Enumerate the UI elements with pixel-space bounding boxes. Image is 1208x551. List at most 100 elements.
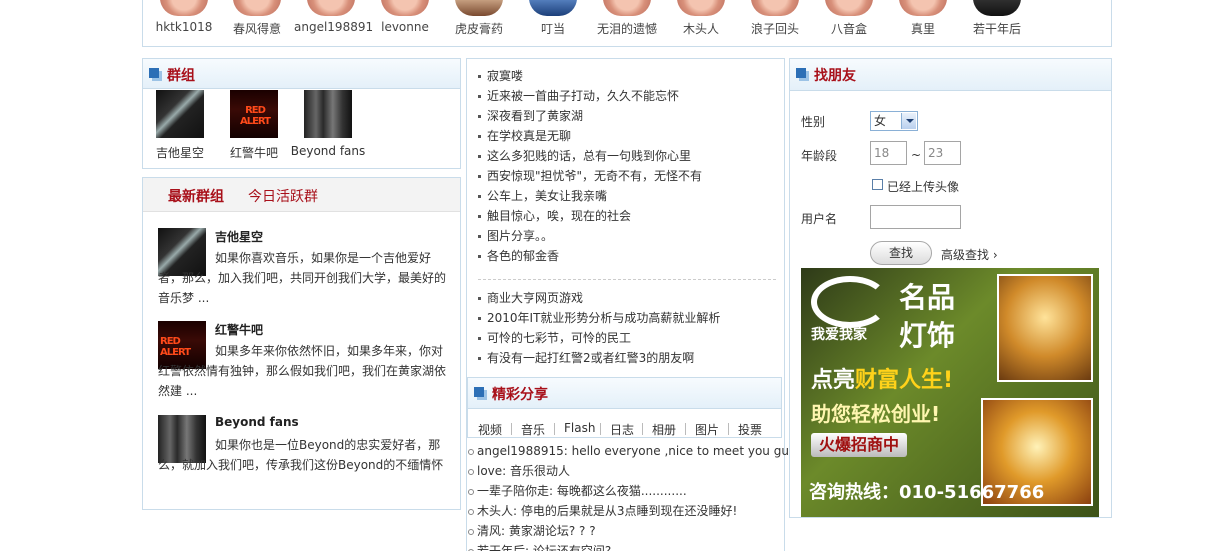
user-name[interactable]: 虎皮膏药 (442, 20, 516, 37)
user-card[interactable]: 木头人 (664, 0, 738, 37)
tab-vote[interactable]: 投票 (738, 421, 762, 437)
group-caption[interactable]: 红警牛吧 (214, 144, 294, 161)
list-item[interactable]: 近来被一首曲子打动，久久不能忘怀 (476, 86, 702, 106)
advanced-search-link[interactable]: 高级查找 › (941, 246, 998, 263)
user-card[interactable]: 叮当 (516, 0, 590, 37)
ad-headline: 点亮财富人生! (811, 368, 954, 393)
user-avatar[interactable] (825, 0, 873, 16)
user-card[interactable]: 真里 (886, 0, 960, 37)
user-avatar[interactable] (233, 0, 281, 16)
feed-item[interactable]: 一辈子陪你走: 每晚都这么夜猫............ (466, 481, 807, 501)
age-to-input[interactable]: 23 (924, 141, 961, 165)
guitar-image[interactable] (156, 90, 204, 138)
list-item[interactable]: 触目惊心，唉，现在的社会 (476, 206, 702, 226)
tab-separator (511, 423, 512, 435)
user-card[interactable]: 若干年后 (960, 0, 1034, 37)
chevron-down-icon[interactable] (901, 113, 916, 129)
user-avatar[interactable] (751, 0, 799, 16)
list-item[interactable]: 图片分享。。 (476, 226, 702, 246)
username-input[interactable] (870, 205, 961, 229)
user-avatar[interactable] (973, 0, 1021, 16)
user-name[interactable]: 八音盒 (812, 20, 886, 37)
group-title[interactable]: 红警牛吧 (215, 321, 263, 338)
user-avatar[interactable] (529, 0, 577, 16)
tab-flash[interactable]: Flash (564, 421, 595, 435)
tab-video[interactable]: 视频 (478, 421, 502, 437)
feed-item[interactable]: love: 音乐很动人 (466, 461, 807, 481)
group-list-item: RED ALERT 红警牛吧 如果多年来你依然怀旧，如果多年来，你对红警依然情有… (158, 321, 448, 401)
user-card[interactable]: 春风得意 (220, 0, 294, 37)
avatar-checkbox-label[interactable]: 已经上传头像 (887, 178, 959, 195)
ad-subline: 助您轻松创业! (811, 402, 941, 426)
tab-album[interactable]: 相册 (652, 421, 676, 437)
user-avatar[interactable] (603, 0, 651, 16)
user-card[interactable]: angel198891 (294, 0, 373, 34)
feed-item[interactable]: 若干年后: 论坛还有空间? (466, 541, 807, 551)
group-thumb-item[interactable]: RED ALERT 红警牛吧 (214, 90, 294, 161)
list-item[interactable]: 可怜的七彩节，可怜的民工 (476, 328, 720, 348)
list-item[interactable]: 在学校真是无聊 (476, 126, 702, 146)
list-item[interactable]: 有没有一起打红警2或者红警3的朋友啊 (476, 348, 720, 368)
user-name[interactable]: 春风得意 (220, 20, 294, 37)
user-name[interactable]: 无泪的遗憾 (590, 20, 664, 37)
feed-item[interactable]: angel1988915: hello everyone ,nice to me… (466, 441, 807, 461)
user-card[interactable]: hktk1018 (147, 0, 221, 34)
user-name[interactable]: hktk1018 (147, 20, 221, 34)
tab-music[interactable]: 音乐 (521, 421, 545, 437)
tab-pictures[interactable]: 图片 (695, 421, 719, 437)
user-card[interactable]: 八音盒 (812, 0, 886, 37)
user-card[interactable]: 虎皮膏药 (442, 0, 516, 37)
red-alert-image[interactable]: RED ALERT (230, 90, 278, 138)
share-title: 精彩分享 (492, 387, 548, 403)
age-from-input[interactable]: 18 (870, 141, 907, 165)
user-card[interactable]: 无泪的遗憾 (590, 0, 664, 37)
feed-item[interactable]: 清风: 黄家湖论坛? ? ? (466, 521, 807, 541)
gender-select[interactable]: 女 (870, 111, 918, 131)
list-item[interactable]: 各色的郁金香 (476, 246, 702, 266)
user-avatar[interactable] (160, 0, 208, 16)
user-name[interactable]: levonne (368, 20, 442, 34)
group-caption[interactable]: Beyond fans (288, 144, 368, 158)
user-name[interactable]: 叮当 (516, 20, 590, 37)
share-tabs: 视频 音乐 Flash 日志 相册 图片 投票 (468, 418, 780, 437)
user-name[interactable]: 若干年后 (960, 20, 1034, 37)
beyond-band-image[interactable] (304, 90, 352, 138)
list-item[interactable]: 寂寞喽 (476, 66, 702, 86)
tab-blog[interactable]: 日志 (610, 421, 634, 437)
tab-newest-groups[interactable]: 最新群组 (168, 186, 224, 206)
tab-separator (554, 423, 555, 435)
tab-separator (642, 423, 643, 435)
list-item[interactable]: 这么多犯贱的话，总有一句贱到你心里 (476, 146, 702, 166)
age-label: 年龄段 (801, 149, 838, 163)
list-item[interactable]: 2010年IT就业形势分析与成功高薪就业解析 (476, 308, 720, 328)
list-item[interactable]: 西安惊现"担忧爷"，无奇不有，无怪不有 (476, 166, 702, 186)
user-name[interactable]: 真里 (886, 20, 960, 37)
tab-active-groups[interactable]: 今日活跃群 (248, 186, 318, 206)
find-friends-panel: 找朋友 性别 女 年龄段 18 ~ 23 已经上传头像 用户名 查找 高级查找 … (789, 58, 1112, 518)
user-card[interactable]: 浪子回头 (738, 0, 812, 37)
feed-item[interactable]: 木头人: 停电的后果就是从3点睡到现在还没睡好! (466, 501, 807, 521)
search-button[interactable]: 查找 (870, 241, 932, 265)
user-avatar[interactable] (307, 0, 355, 16)
user-card[interactable]: levonne (368, 0, 442, 34)
group-thumb-item[interactable]: 吉他星空 (143, 90, 220, 161)
list-item[interactable]: 公车上，美女让我亲嘴 (476, 186, 702, 206)
user-name[interactable]: 木头人 (664, 20, 738, 37)
group-title[interactable]: 吉他星空 (215, 228, 263, 245)
recent-users-panel: hktk1018 春风得意 angel198891 levonne 虎皮膏药 叮… (142, 0, 1112, 47)
lighting-ad-banner[interactable]: 名品 灯饰 我爱我家 点亮财富人生! 助您轻松创业! 火爆招商中 咨询热线：01… (801, 268, 1099, 517)
user-avatar[interactable] (677, 0, 725, 16)
group-thumb-item[interactable]: Beyond fans (288, 90, 368, 158)
group-desc: 如果你也是一位Beyond的忠实爱好者，那么，就加入我们吧，传承我们这份Beyo… (158, 438, 444, 472)
user-name[interactable]: angel198891 (294, 20, 373, 34)
user-avatar[interactable] (455, 0, 503, 16)
user-name[interactable]: 浪子回头 (738, 20, 812, 37)
list-item[interactable]: 深夜看到了黄家湖 (476, 106, 702, 126)
list-item[interactable]: 商业大亨网页游戏 (476, 288, 720, 308)
avatar-checkbox[interactable] (872, 179, 883, 190)
user-avatar[interactable] (899, 0, 947, 16)
group-title[interactable]: Beyond fans (215, 415, 299, 429)
group-caption[interactable]: 吉他星空 (143, 144, 220, 161)
user-avatar[interactable] (381, 0, 429, 16)
blog-list: 寂寞喽 近来被一首曲子打动，久久不能忘怀 深夜看到了黄家湖 在学校真是无聊 这么… (476, 66, 702, 266)
